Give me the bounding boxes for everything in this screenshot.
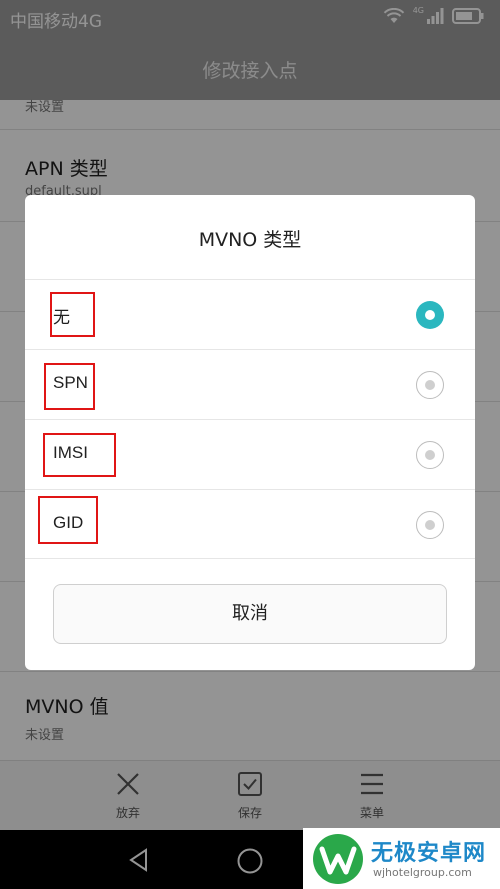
cancel-button[interactable]: 取消 (53, 584, 447, 644)
highlight-box-spn (44, 363, 95, 410)
highlight-box-none (50, 292, 95, 337)
dialog-title: MVNO 类型 (198, 229, 302, 251)
watermark: 无极安卓网 wjhotelgroup.com (303, 828, 500, 889)
watermark-logo-icon (313, 834, 363, 884)
watermark-url: wjhotelgroup.com (373, 866, 472, 879)
radio-unselected-icon[interactable] (416, 511, 444, 539)
highlight-box-gid (38, 496, 98, 544)
watermark-name: 无极安卓网 (371, 841, 487, 866)
radio-selected-icon[interactable] (416, 301, 444, 329)
highlight-box-imsi (43, 433, 116, 477)
radio-unselected-icon[interactable] (416, 371, 444, 399)
radio-unselected-icon[interactable] (416, 441, 444, 469)
mvno-type-dialog: MVNO 类型 无 SPN IMSI GID 取消 (25, 195, 475, 670)
